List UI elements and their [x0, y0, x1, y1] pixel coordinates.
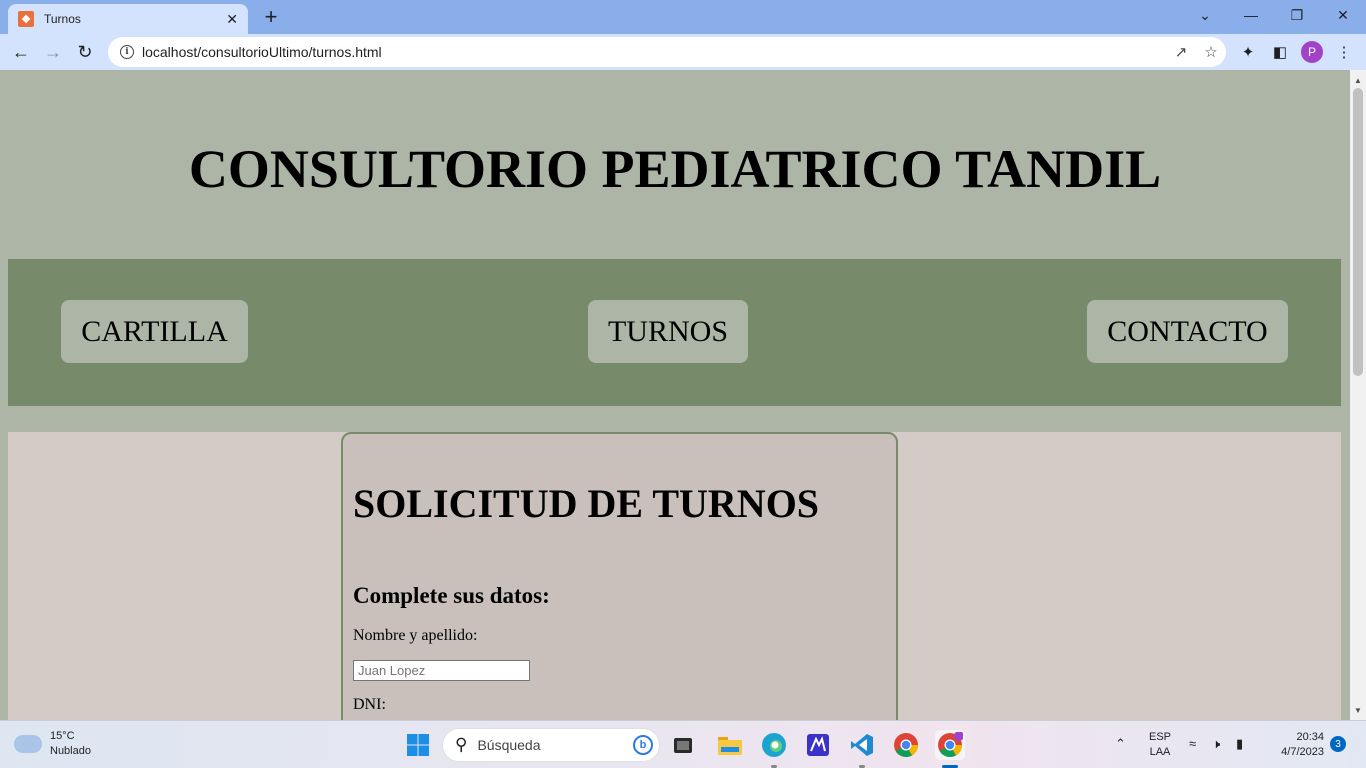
tab-search-button[interactable]: ⌄: [1182, 0, 1228, 30]
task-view-icon[interactable]: [668, 730, 698, 760]
address-bar[interactable]: i localhost/consultorioUltimo/turnos.htm…: [108, 37, 1226, 67]
content-section: SOLICITUD DE TURNOS Complete sus datos: …: [8, 432, 1341, 720]
name-label: Nombre y apellido:: [353, 627, 478, 644]
site-title: CONSULTORIO PEDIATRICO TANDIL: [188, 139, 1162, 199]
notification-badge[interactable]: 3: [1330, 736, 1346, 752]
volume-icon[interactable]: 🕨: [1212, 736, 1220, 752]
language-indicator[interactable]: ESP LAA: [1146, 730, 1174, 760]
vscode-icon[interactable]: [847, 730, 877, 760]
back-button[interactable]: ←: [8, 39, 34, 65]
chrome-profile-icon[interactable]: [935, 730, 965, 760]
main-nav: CARTILLA TURNOS CONTACTO: [8, 259, 1341, 406]
profile-avatar[interactable]: P: [1301, 41, 1323, 63]
windows-start-icon[interactable]: [403, 730, 433, 760]
battery-icon[interactable]: ▮: [1236, 736, 1243, 752]
edge-browser-icon[interactable]: [759, 730, 789, 760]
forward-button[interactable]: →: [40, 39, 66, 65]
file-explorer-icon[interactable]: [715, 730, 745, 760]
close-window-button[interactable]: ✕: [1320, 0, 1366, 30]
appointment-form: SOLICITUD DE TURNOS Complete sus datos: …: [341, 432, 898, 720]
scroll-up-arrow-icon[interactable]: ▲: [1350, 72, 1366, 88]
search-placeholder: Búsqueda: [477, 737, 541, 753]
minimize-button[interactable]: —: [1228, 0, 1274, 30]
site-info-icon[interactable]: i: [120, 45, 134, 59]
wifi-icon[interactable]: ≈: [1189, 736, 1196, 751]
chevron-up-icon[interactable]: ⌃: [1115, 736, 1126, 752]
reload-button[interactable]: ↻: [72, 39, 98, 65]
restore-button[interactable]: ❐: [1274, 0, 1320, 30]
clock[interactable]: 20:34 4/7/2023: [1262, 730, 1324, 760]
form-title: SOLICITUD DE TURNOS: [353, 481, 820, 526]
page-scrollbar[interactable]: ▲ ▼: [1350, 70, 1366, 720]
chrome-icon[interactable]: [891, 730, 921, 760]
bing-icon[interactable]: b: [633, 735, 653, 755]
browser-toolbar: ← → ↻ i localhost/consultorioUltimo/turn…: [0, 34, 1366, 70]
browser-tab-bar: ❖ Turnos ✕ + ⌄ — ❐ ✕: [0, 0, 1366, 34]
share-icon[interactable]: ↗: [1166, 43, 1196, 61]
nav-turnos-button[interactable]: TURNOS: [588, 300, 748, 363]
store-app-icon[interactable]: [803, 730, 833, 760]
browser-menu-icon[interactable]: ⋮: [1333, 41, 1355, 63]
close-tab-icon[interactable]: ✕: [226, 11, 238, 28]
xampp-icon: ❖: [18, 11, 34, 27]
weather-widget[interactable]: 15°C Nublado: [14, 729, 91, 759]
weather-description: Nublado: [50, 745, 91, 757]
form-subtitle: Complete sus datos:: [353, 583, 550, 608]
tab-title: Turnos: [44, 12, 81, 26]
search-icon: ⚲: [455, 735, 468, 754]
cloud-icon: [14, 735, 42, 753]
browser-tab[interactable]: ❖ Turnos ✕: [8, 4, 248, 34]
name-input[interactable]: [353, 660, 530, 681]
url-text[interactable]: localhost/consultorioUltimo/turnos.html: [142, 44, 1166, 60]
nav-cartilla-button[interactable]: CARTILLA: [61, 300, 248, 363]
new-tab-button[interactable]: +: [258, 4, 284, 30]
windows-taskbar: 15°C Nublado ⚲ Búsqueda b ⌃ ESP LAA ≈ 🕨 …: [0, 720, 1366, 768]
bookmark-star-icon[interactable]: ☆: [1196, 43, 1226, 61]
side-panel-icon[interactable]: ◧: [1269, 41, 1291, 63]
dni-label: DNI:: [353, 696, 386, 713]
weather-temperature: 15°C: [50, 730, 75, 742]
nav-contacto-button[interactable]: CONTACTO: [1087, 300, 1288, 363]
scrollbar-thumb[interactable]: [1353, 88, 1363, 376]
extensions-icon[interactable]: ✦: [1237, 41, 1259, 63]
scroll-down-arrow-icon[interactable]: ▼: [1350, 702, 1366, 718]
page-viewport: CONSULTORIO PEDIATRICO TANDIL CARTILLA T…: [0, 70, 1350, 720]
taskbar-search[interactable]: ⚲ Búsqueda b: [442, 728, 660, 762]
